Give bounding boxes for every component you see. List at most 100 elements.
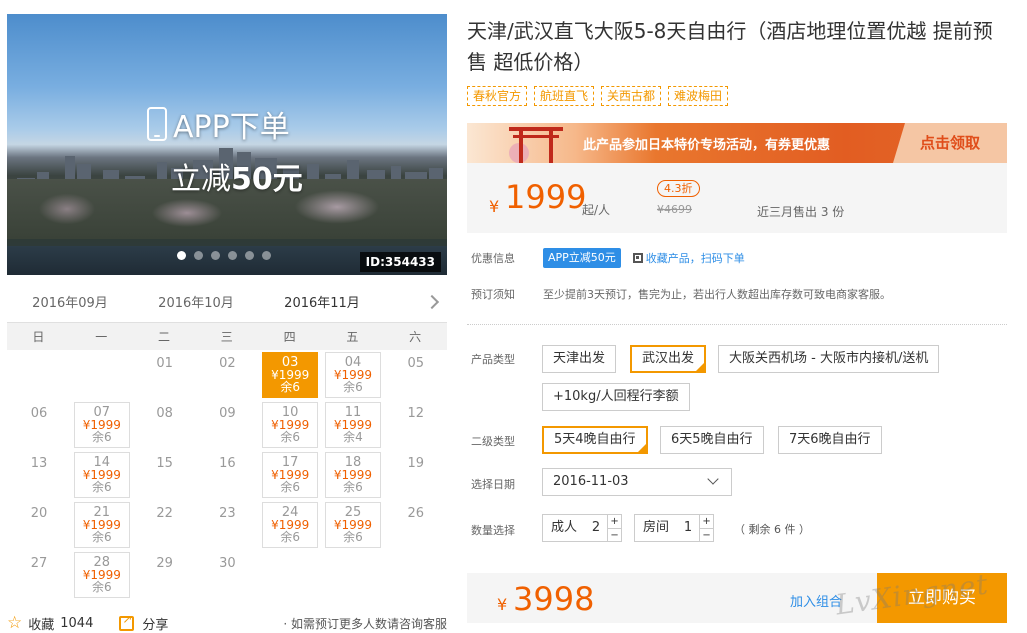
stepper-buttons: + − (607, 515, 622, 542)
calendar-day: 01 (137, 352, 193, 398)
carousel-dot[interactable] (245, 251, 254, 260)
room-label: 房间 (643, 520, 670, 535)
calendar-cell: 08 (133, 400, 196, 450)
calendar-day-available[interactable]: 10 ¥1999 余6 (262, 402, 319, 448)
weekday-label: 三 (220, 330, 233, 344)
day-remaining: 余4 (343, 430, 363, 444)
weekday-label: 日 (32, 330, 45, 344)
calendar-cell: 06 (7, 400, 70, 450)
carousel-dot[interactable] (194, 251, 203, 260)
chevron-right-icon[interactable] (424, 294, 440, 310)
option-wuhan-departure[interactable]: 武汉出发 (630, 345, 707, 374)
month-tab[interactable]: 2016年09月 (7, 289, 133, 325)
carousel-dot[interactable] (262, 251, 271, 260)
qr-order-link[interactable]: 收藏产品，扫码下单 (632, 250, 745, 266)
calendar-cell: 09 (195, 400, 258, 450)
carousel-dots (177, 251, 271, 260)
month-tab[interactable]: 2016年10月 (133, 289, 259, 325)
day-number: 26 (407, 506, 425, 521)
day-number: 08 (156, 406, 173, 421)
adult-count[interactable]: 2 (585, 515, 607, 541)
event-message: 此产品参加日本特价专场活动，有券更优惠 (583, 138, 831, 153)
calendar-week-row: 01 02 03 ¥1999 余6 04 ¥1999 余6 05 (7, 350, 447, 400)
calendar-cell: 17 ¥1999 余6 (258, 450, 321, 500)
product-image-carousel[interactable]: APP下单 立减50元 ID:354433 (7, 14, 447, 275)
carousel-dot[interactable] (177, 251, 186, 260)
star-icon[interactable]: ☆ (7, 613, 22, 633)
claim-coupon-button[interactable]: 点击领取 (893, 123, 1007, 163)
calendar-day-available[interactable]: 11 ¥1999 余4 (324, 402, 381, 448)
calendar-day: 23 (199, 502, 255, 548)
weekday-label: 六 (409, 330, 422, 344)
calendar-cell: 11 ¥1999 余4 (321, 400, 384, 450)
calendar-cell: 04 ¥1999 余6 (321, 350, 384, 400)
room-count[interactable]: 1 (677, 515, 699, 541)
day-number: 05 (407, 356, 425, 371)
calendar-day: 08 (137, 402, 193, 448)
calendar-cell: 12 (384, 400, 447, 450)
day-number: 12 (407, 406, 425, 421)
option-6d5n[interactable]: 6天5晚自由行 (660, 426, 764, 454)
calendar-cell (7, 350, 70, 400)
calendar-day: 30 (199, 552, 255, 598)
share-label[interactable]: 分享 (142, 614, 168, 633)
calendar-day-available[interactable]: 03 ¥1999 余6 (262, 352, 319, 398)
carousel-dot[interactable] (228, 251, 237, 260)
weekday-label: 四 (283, 330, 296, 344)
calendar-week-row: 13 14 ¥1999 余6 15 16 17 ¥1999 余6 18 ¥1999 余6 19 (7, 450, 447, 500)
favorite-label[interactable]: 收藏 (28, 614, 54, 633)
calendar-cell (70, 350, 133, 400)
calendar-cell: 15 (133, 450, 196, 500)
product-tag: 关西古都 (601, 86, 662, 106)
calendar-day: 19 (388, 452, 444, 498)
day-remaining: 余6 (91, 430, 112, 444)
calendar-day-available[interactable]: 04 ¥1999 余6 (324, 352, 381, 398)
calendar-cell: 22 (133, 500, 196, 550)
original-price: ¥4699 (657, 203, 692, 216)
increment-button[interactable]: + (608, 515, 621, 528)
decrement-button[interactable]: − (700, 528, 714, 542)
increment-button[interactable]: + (700, 515, 713, 528)
option-5d4n[interactable]: 5天4晚自由行 (542, 426, 648, 455)
calendar-day: 26 (388, 502, 444, 548)
special-event-banner[interactable]: 此产品参加日本特价专场活动，有券更优惠 点击领取 (467, 123, 1007, 163)
calendar-cell: 28 ¥1999 余6 (70, 550, 133, 600)
calendar-cell: 25 ¥1999 余6 (321, 500, 384, 550)
day-number: 16 (219, 456, 236, 471)
calendar-cell: 20 (7, 500, 70, 550)
option-7d6n[interactable]: 7天6晚自由行 (778, 426, 882, 454)
option-tianjin-departure[interactable]: 天津出发 (542, 345, 617, 373)
calendar-cell: 05 (384, 350, 447, 400)
calendar-day-available[interactable]: 07 ¥1999 余6 (73, 402, 130, 448)
add-to-combo-link[interactable]: 加入组合 (790, 591, 842, 610)
calendar-day-available[interactable]: 17 ¥1999 余6 (262, 452, 319, 498)
quantity-label: 数量选择 (471, 524, 515, 537)
decrement-button[interactable]: − (608, 528, 622, 542)
day-number: 19 (407, 456, 425, 471)
option-airport-transfer[interactable]: 大阪关西机场 - 大阪市内接机/送机 (718, 345, 940, 373)
qr-order-text[interactable]: 收藏产品，扫码下单 (646, 250, 745, 266)
buy-now-button[interactable]: 立即购买 (877, 573, 1007, 623)
booking-notice-row: 预订须知 至少提前3天预订，售完为止，若出行人数超出库存数可致电商家客服。 (471, 286, 891, 302)
day-number: 30 (219, 556, 236, 571)
calendar-day-available[interactable]: 21 ¥1999 余6 (73, 502, 130, 548)
date-select[interactable]: 2016-11-03 (542, 468, 732, 496)
calendar-day: 02 (199, 352, 255, 398)
share-icon[interactable] (119, 612, 135, 631)
month-tab-active[interactable]: 2016年11月 (259, 289, 385, 325)
day-number: 02 (219, 356, 236, 371)
calendar-grid: 01 02 03 ¥1999 余6 04 ¥1999 余6 05 06 07 ¥1999 余6 08 09 1… (7, 350, 447, 600)
calendar-cell: 27 (7, 550, 70, 600)
calendar-day-available[interactable]: 28 ¥1999 余6 (73, 552, 130, 598)
total-price: 3998 (513, 580, 595, 618)
sub-type-label: 二级类型 (471, 435, 515, 448)
remaining-stock: （ 剩余 6 件 ） (734, 523, 810, 536)
carousel-dot[interactable] (211, 251, 220, 260)
calendar-day-available[interactable]: 14 ¥1999 余6 (73, 452, 130, 498)
calendar-day: 16 (199, 452, 255, 498)
promo-line1: APP下单 (173, 110, 290, 145)
calendar-day-available[interactable]: 25 ¥1999 余6 (324, 502, 381, 548)
option-extra-luggage[interactable]: +10kg/人回程行李额 (542, 383, 690, 411)
calendar-day-available[interactable]: 18 ¥1999 余6 (324, 452, 381, 498)
calendar-day-available[interactable]: 24 ¥1999 余6 (262, 502, 319, 548)
